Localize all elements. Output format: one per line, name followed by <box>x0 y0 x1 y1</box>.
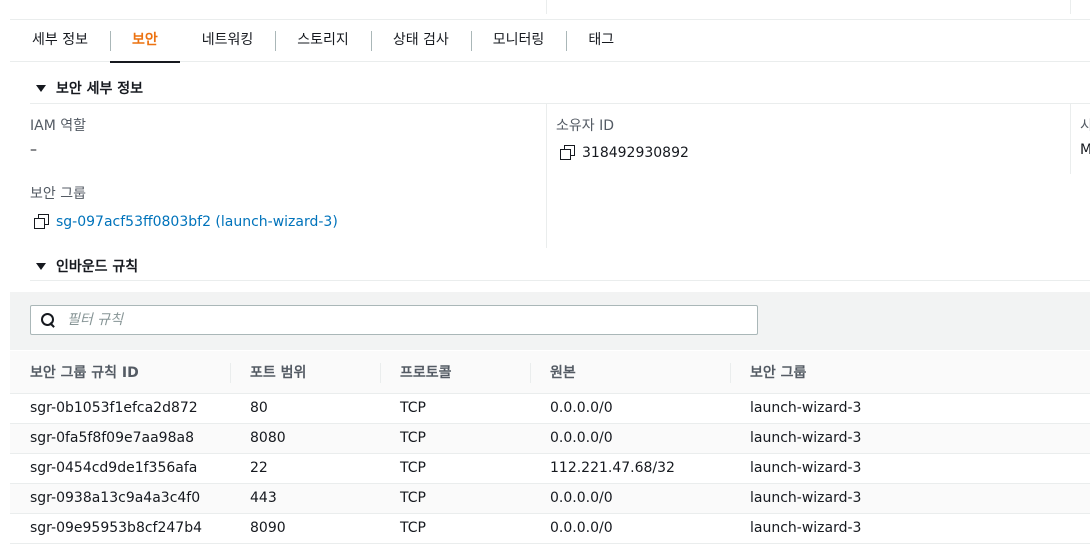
security-group-label: 보안 그룹 <box>30 186 86 202</box>
protocol-cell: TCP <box>380 483 530 514</box>
section-title: 보안 세부 정보 <box>56 81 144 97</box>
tab-details[interactable]: 세부 정보 <box>10 20 110 62</box>
tab-security[interactable]: 보안 <box>109 20 180 63</box>
section-title: 인바운드 규칙 <box>56 259 139 275</box>
third-column-value: M <box>1080 142 1090 158</box>
column-divider <box>1070 104 1071 174</box>
owner-id-text: 318492930892 <box>582 145 689 161</box>
protocol-cell: TCP <box>380 393 530 424</box>
rule-id-cell: sgr-0b1053f1efca2d872 <box>10 393 230 424</box>
tab-storage[interactable]: 스토리지 <box>275 20 371 62</box>
source-cell: 0.0.0.0/0 <box>530 483 730 514</box>
owner-id-value: 318492930892 <box>560 145 689 161</box>
protocol-cell: TCP <box>380 423 530 454</box>
filter-rules-input[interactable] <box>67 312 717 328</box>
port-range-cell: 80 <box>230 393 380 424</box>
protocol-cell: TCP <box>380 513 530 544</box>
security-group-link[interactable]: sg-097acf53ff0803bf2 (launch-wizard-3) <box>56 214 338 230</box>
column-header-rule-id[interactable]: 보안 그룹 규칙 ID <box>10 351 230 394</box>
copy-icon[interactable] <box>560 145 575 160</box>
tab-tags[interactable]: 태그 <box>566 20 636 62</box>
rule-id-cell: sgr-0938a13c9a4a3c4f0 <box>10 483 230 514</box>
security-details-toggle[interactable]: 보안 세부 정보 <box>30 73 143 103</box>
security-group-cell: launch-wizard-3 <box>730 393 1090 424</box>
filter-rules-field[interactable] <box>30 305 758 335</box>
search-icon <box>41 313 55 327</box>
filter-bar <box>10 292 1090 350</box>
column-header-protocol[interactable]: 프로토콜 <box>380 351 530 394</box>
source-cell: 0.0.0.0/0 <box>530 423 730 454</box>
section-divider <box>30 280 1090 281</box>
security-group-cell: launch-wizard-3 <box>730 453 1090 484</box>
column-header-security-group[interactable]: 보안 그룹 <box>730 351 1090 394</box>
tab-networking[interactable]: 네트워킹 <box>180 20 276 62</box>
table-row[interactable]: sgr-09e95953b8cf247b4 8090 TCP 0.0.0.0/0… <box>10 513 1090 544</box>
section-divider <box>30 103 1090 104</box>
iam-role-label: IAM 역할 <box>30 118 86 134</box>
rule-id-cell: sgr-09e95953b8cf247b4 <box>10 513 230 544</box>
third-column-label: 시 <box>1080 118 1090 134</box>
tab-status-checks[interactable]: 상태 검사 <box>370 20 471 62</box>
top-strip-divider <box>1070 0 1071 14</box>
iam-role-value: – <box>30 142 37 158</box>
security-group-value: sg-097acf53ff0803bf2 (launch-wizard-3) <box>34 214 338 230</box>
table-header-row: 보안 그룹 규칙 ID 포트 범위 프로토콜 원본 보안 그룹 <box>10 351 1090 394</box>
table-row[interactable]: sgr-0938a13c9a4a3c4f0 443 TCP 0.0.0.0/0 … <box>10 483 1090 514</box>
owner-id-label: 소유자 ID <box>556 118 614 134</box>
security-group-cell: launch-wizard-3 <box>730 423 1090 454</box>
rule-id-cell: sgr-0454cd9de1f356afa <box>10 453 230 484</box>
rule-id-cell: sgr-0fa5f8f09e7aa98a8 <box>10 423 230 454</box>
tab-bar: 세부 정보 보안 네트워킹 스토리지 상태 검사 모니터링 태그 <box>10 20 1090 63</box>
tab-monitoring[interactable]: 모니터링 <box>470 20 567 62</box>
caret-down-icon <box>36 84 46 92</box>
table-row[interactable]: sgr-0b1053f1efca2d872 80 TCP 0.0.0.0/0 l… <box>10 393 1090 424</box>
source-cell: 0.0.0.0/0 <box>530 393 730 424</box>
security-group-cell: launch-wizard-3 <box>730 483 1090 514</box>
port-range-cell: 8080 <box>230 423 380 454</box>
source-cell: 0.0.0.0/0 <box>530 513 730 544</box>
port-range-cell: 443 <box>230 483 380 514</box>
caret-down-icon <box>36 262 46 270</box>
column-header-port-range[interactable]: 포트 범위 <box>230 351 380 394</box>
column-header-source[interactable]: 원본 <box>530 351 730 394</box>
column-divider <box>546 104 547 248</box>
copy-icon[interactable] <box>34 214 49 229</box>
table-row[interactable]: sgr-0fa5f8f09e7aa98a8 8080 TCP 0.0.0.0/0… <box>10 423 1090 454</box>
top-strip <box>10 0 1090 20</box>
inbound-rules-toggle[interactable]: 인바운드 규칙 <box>30 251 138 281</box>
protocol-cell: TCP <box>380 453 530 484</box>
port-range-cell: 8090 <box>230 513 380 544</box>
security-group-cell: launch-wizard-3 <box>730 513 1090 544</box>
table-row[interactable]: sgr-0454cd9de1f356afa 22 TCP 112.221.47.… <box>10 453 1090 484</box>
source-cell: 112.221.47.68/32 <box>530 453 730 484</box>
inbound-rules-table: 보안 그룹 규칙 ID 포트 범위 프로토콜 원본 보안 그룹 sgr-0b10… <box>10 351 1090 544</box>
port-range-cell: 22 <box>230 453 380 484</box>
top-strip-divider <box>546 0 547 14</box>
